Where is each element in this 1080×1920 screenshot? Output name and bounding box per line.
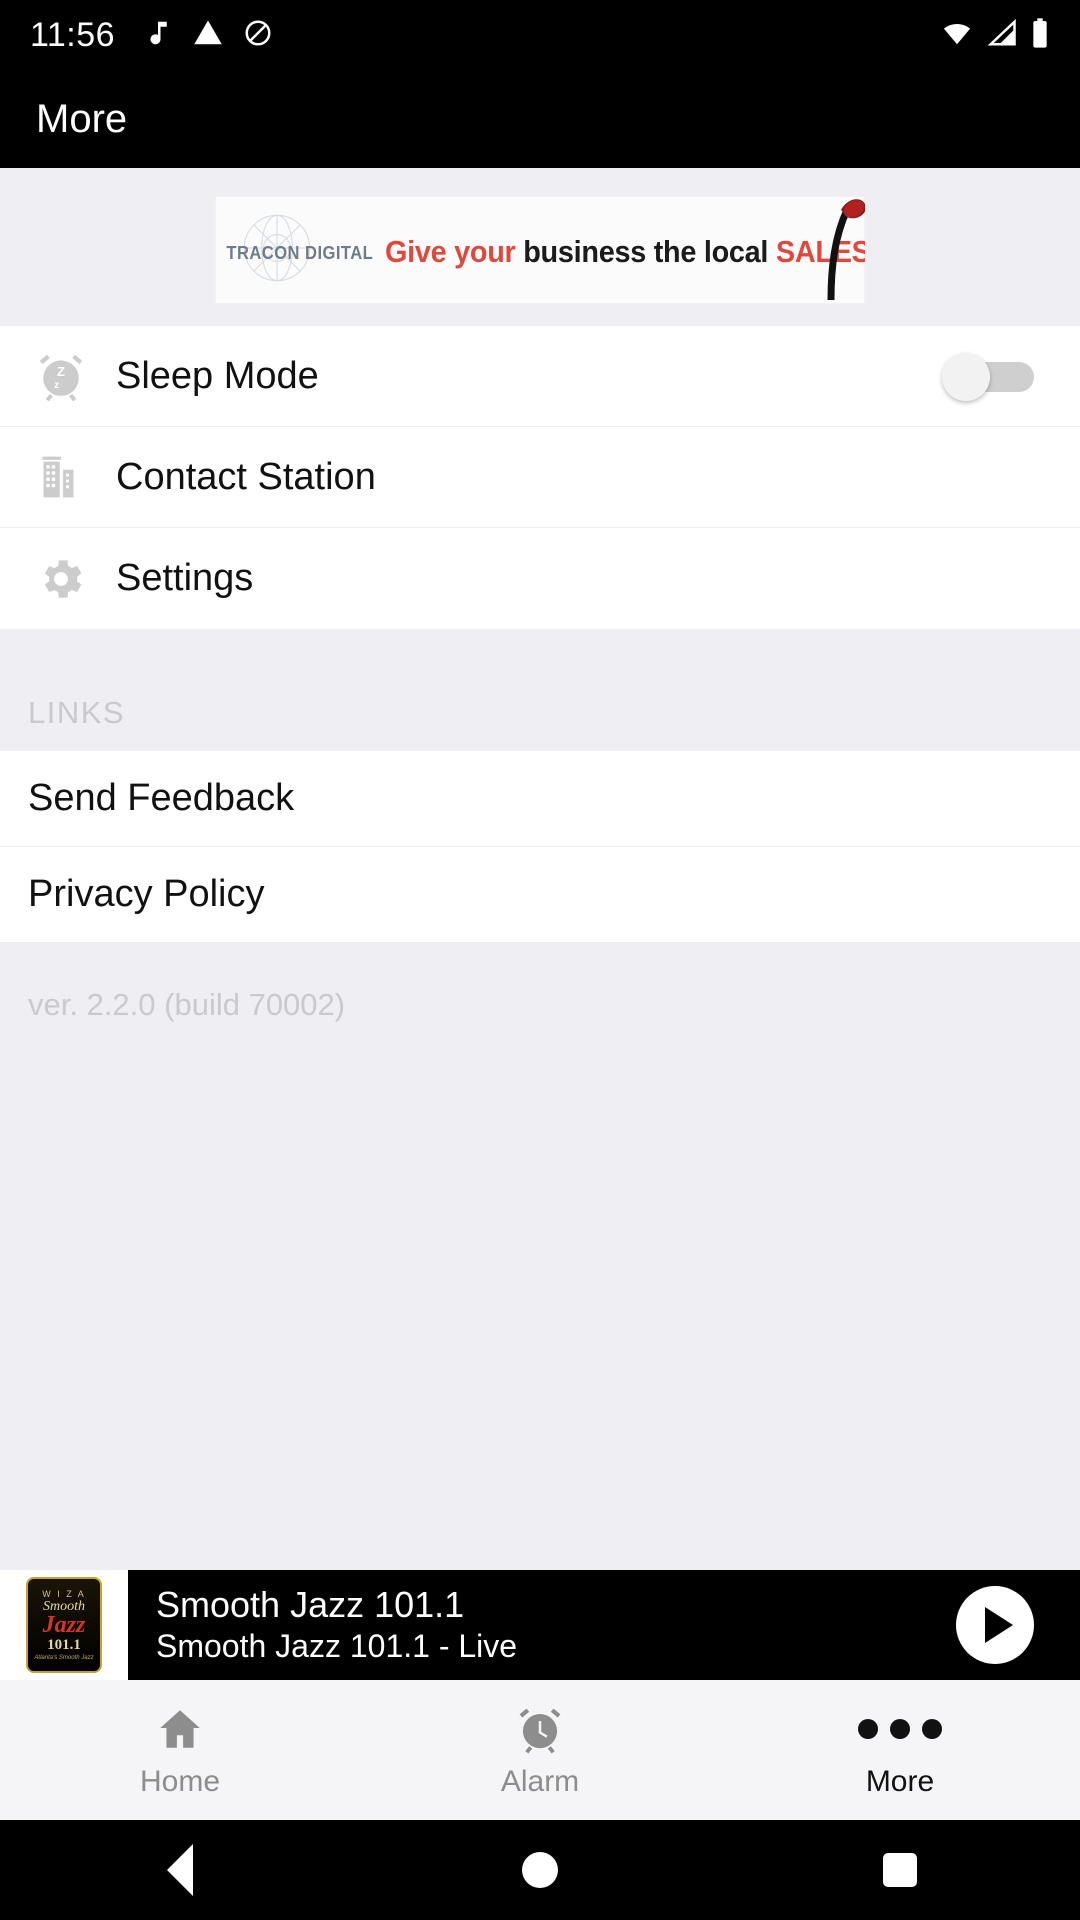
station-artwork: W I Z A Smooth Jazz 101.1 Atlanta's Smoo… bbox=[26, 1577, 102, 1673]
system-navigation-bar bbox=[0, 1820, 1080, 1920]
artwork-call-sign: W I Z A bbox=[42, 1588, 86, 1599]
cellular-signal-icon bbox=[986, 18, 1018, 53]
ellipsis-icon bbox=[858, 1701, 942, 1757]
recents-square-icon bbox=[883, 1853, 917, 1887]
ad-copy-part-1: Give your bbox=[385, 234, 524, 269]
home-circle-icon bbox=[522, 1852, 558, 1888]
version-area: ver. 2.2.0 (build 70002) bbox=[0, 943, 1080, 1570]
menu-item-settings[interactable]: Settings bbox=[0, 528, 1080, 629]
player-now-playing: Smooth Jazz 101.1 - Live bbox=[156, 1628, 518, 1665]
tab-label: Home bbox=[139, 1765, 221, 1798]
status-bar-clock: 11:56 bbox=[30, 15, 116, 54]
phone-screen: 11:56 More TRACON DIGITAL Give your busi… bbox=[0, 0, 1080, 1920]
nav-recents-button[interactable] bbox=[720, 1853, 1080, 1887]
link-label: Send Feedback bbox=[28, 777, 295, 819]
link-item-send-feedback[interactable]: Send Feedback bbox=[0, 751, 1080, 847]
mini-player-bar: W I Z A Smooth Jazz 101.1 Atlanta's Smoo… bbox=[0, 1570, 1080, 1680]
app-bar: More bbox=[0, 70, 1080, 168]
gear-icon bbox=[32, 550, 90, 608]
link-label: Privacy Policy bbox=[28, 873, 265, 915]
dot bbox=[858, 1719, 878, 1739]
player-metadata[interactable]: Smooth Jazz 101.1 Smooth Jazz 101.1 - Li… bbox=[128, 1570, 910, 1680]
advertiser-logo: TRACON DIGITAL bbox=[215, 196, 385, 304]
play-icon bbox=[984, 1607, 1013, 1643]
tab-home[interactable]: Home bbox=[0, 1680, 360, 1820]
player-artwork-container: W I Z A Smooth Jazz 101.1 Atlanta's Smoo… bbox=[0, 1570, 128, 1680]
ad-copy-part-2: business the local bbox=[523, 234, 776, 269]
wifi-icon bbox=[940, 18, 974, 53]
menu-item-label: Sleep Mode bbox=[116, 354, 319, 397]
status-bar: 11:56 bbox=[0, 0, 1080, 70]
settings-menu-card: Z z Sleep Mode Contact Station Settings bbox=[0, 326, 1080, 629]
microphone-icon bbox=[827, 199, 865, 301]
player-controls bbox=[910, 1570, 1080, 1680]
svg-text:Z: Z bbox=[57, 364, 65, 379]
toggle-knob bbox=[942, 353, 990, 401]
menu-item-contact-station[interactable]: Contact Station bbox=[0, 427, 1080, 528]
links-section-header: LINKS bbox=[0, 629, 1080, 751]
section-title: LINKS bbox=[28, 695, 126, 730]
status-bar-system-icons bbox=[940, 17, 1050, 54]
battery-icon bbox=[1030, 17, 1050, 54]
banner-ad[interactable]: TRACON DIGITAL Give your business the lo… bbox=[215, 196, 865, 304]
nav-home-button[interactable] bbox=[360, 1852, 720, 1888]
warning-triangle-icon bbox=[193, 17, 223, 54]
menu-item-sleep-mode[interactable]: Z z Sleep Mode bbox=[0, 326, 1080, 427]
app-version-text: ver. 2.2.0 (build 70002) bbox=[28, 987, 346, 1022]
nav-back-button[interactable] bbox=[0, 1844, 360, 1896]
page-title: More bbox=[36, 96, 128, 141]
ellipsis-dots bbox=[858, 1719, 942, 1739]
music-note-icon bbox=[143, 17, 173, 54]
tab-label: Alarm bbox=[500, 1765, 580, 1798]
alarm-clock-icon bbox=[515, 1701, 565, 1757]
advertiser-name: TRACON DIGITAL bbox=[226, 242, 374, 263]
ad-copy: Give your business the local SALES it ne… bbox=[385, 234, 865, 270]
advertisement-container: TRACON DIGITAL Give your business the lo… bbox=[0, 168, 1080, 326]
tab-label: More bbox=[865, 1765, 935, 1798]
menu-item-label: Contact Station bbox=[116, 455, 376, 498]
link-item-privacy-policy[interactable]: Privacy Policy bbox=[0, 847, 1080, 943]
content-area: TRACON DIGITAL Give your business the lo… bbox=[0, 168, 1080, 1570]
do-not-disturb-icon bbox=[243, 17, 273, 54]
dot bbox=[890, 1719, 910, 1739]
menu-item-label: Settings bbox=[116, 557, 254, 599]
status-bar-notification-icons bbox=[143, 17, 273, 54]
svg-text:z: z bbox=[54, 380, 59, 391]
alarm-clock-sleep-icon: Z z bbox=[32, 347, 90, 405]
back-icon bbox=[167, 1844, 193, 1896]
artwork-line-3: 101.1 bbox=[47, 1636, 81, 1653]
tab-more[interactable]: More bbox=[720, 1680, 1080, 1820]
tab-alarm[interactable]: Alarm bbox=[360, 1680, 720, 1820]
dot bbox=[922, 1719, 942, 1739]
play-button[interactable] bbox=[956, 1586, 1034, 1664]
sleep-mode-toggle[interactable] bbox=[942, 353, 1034, 401]
home-icon bbox=[155, 1701, 205, 1757]
artwork-tagline: Atlanta's Smooth Jazz bbox=[34, 1654, 94, 1661]
artwork-line-2: Jazz bbox=[42, 1611, 86, 1638]
player-station-title: Smooth Jazz 101.1 bbox=[156, 1583, 465, 1625]
bottom-tab-bar: Home Alarm More bbox=[0, 1680, 1080, 1820]
building-icon bbox=[32, 448, 90, 506]
